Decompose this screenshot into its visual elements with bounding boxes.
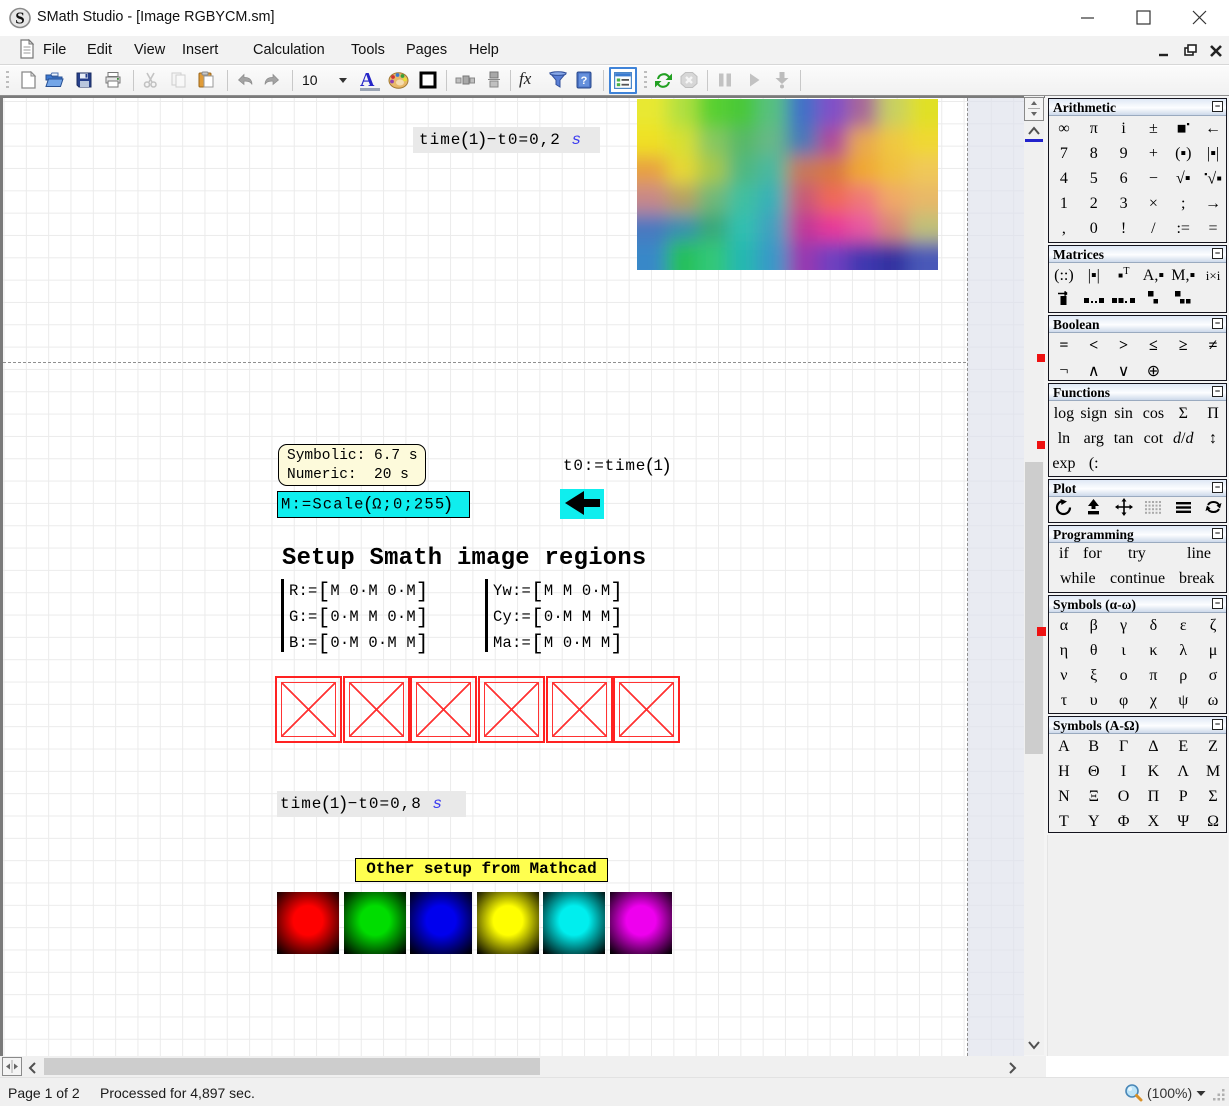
svg-text:?: ?	[581, 75, 588, 87]
svg-text:S: S	[15, 9, 24, 28]
